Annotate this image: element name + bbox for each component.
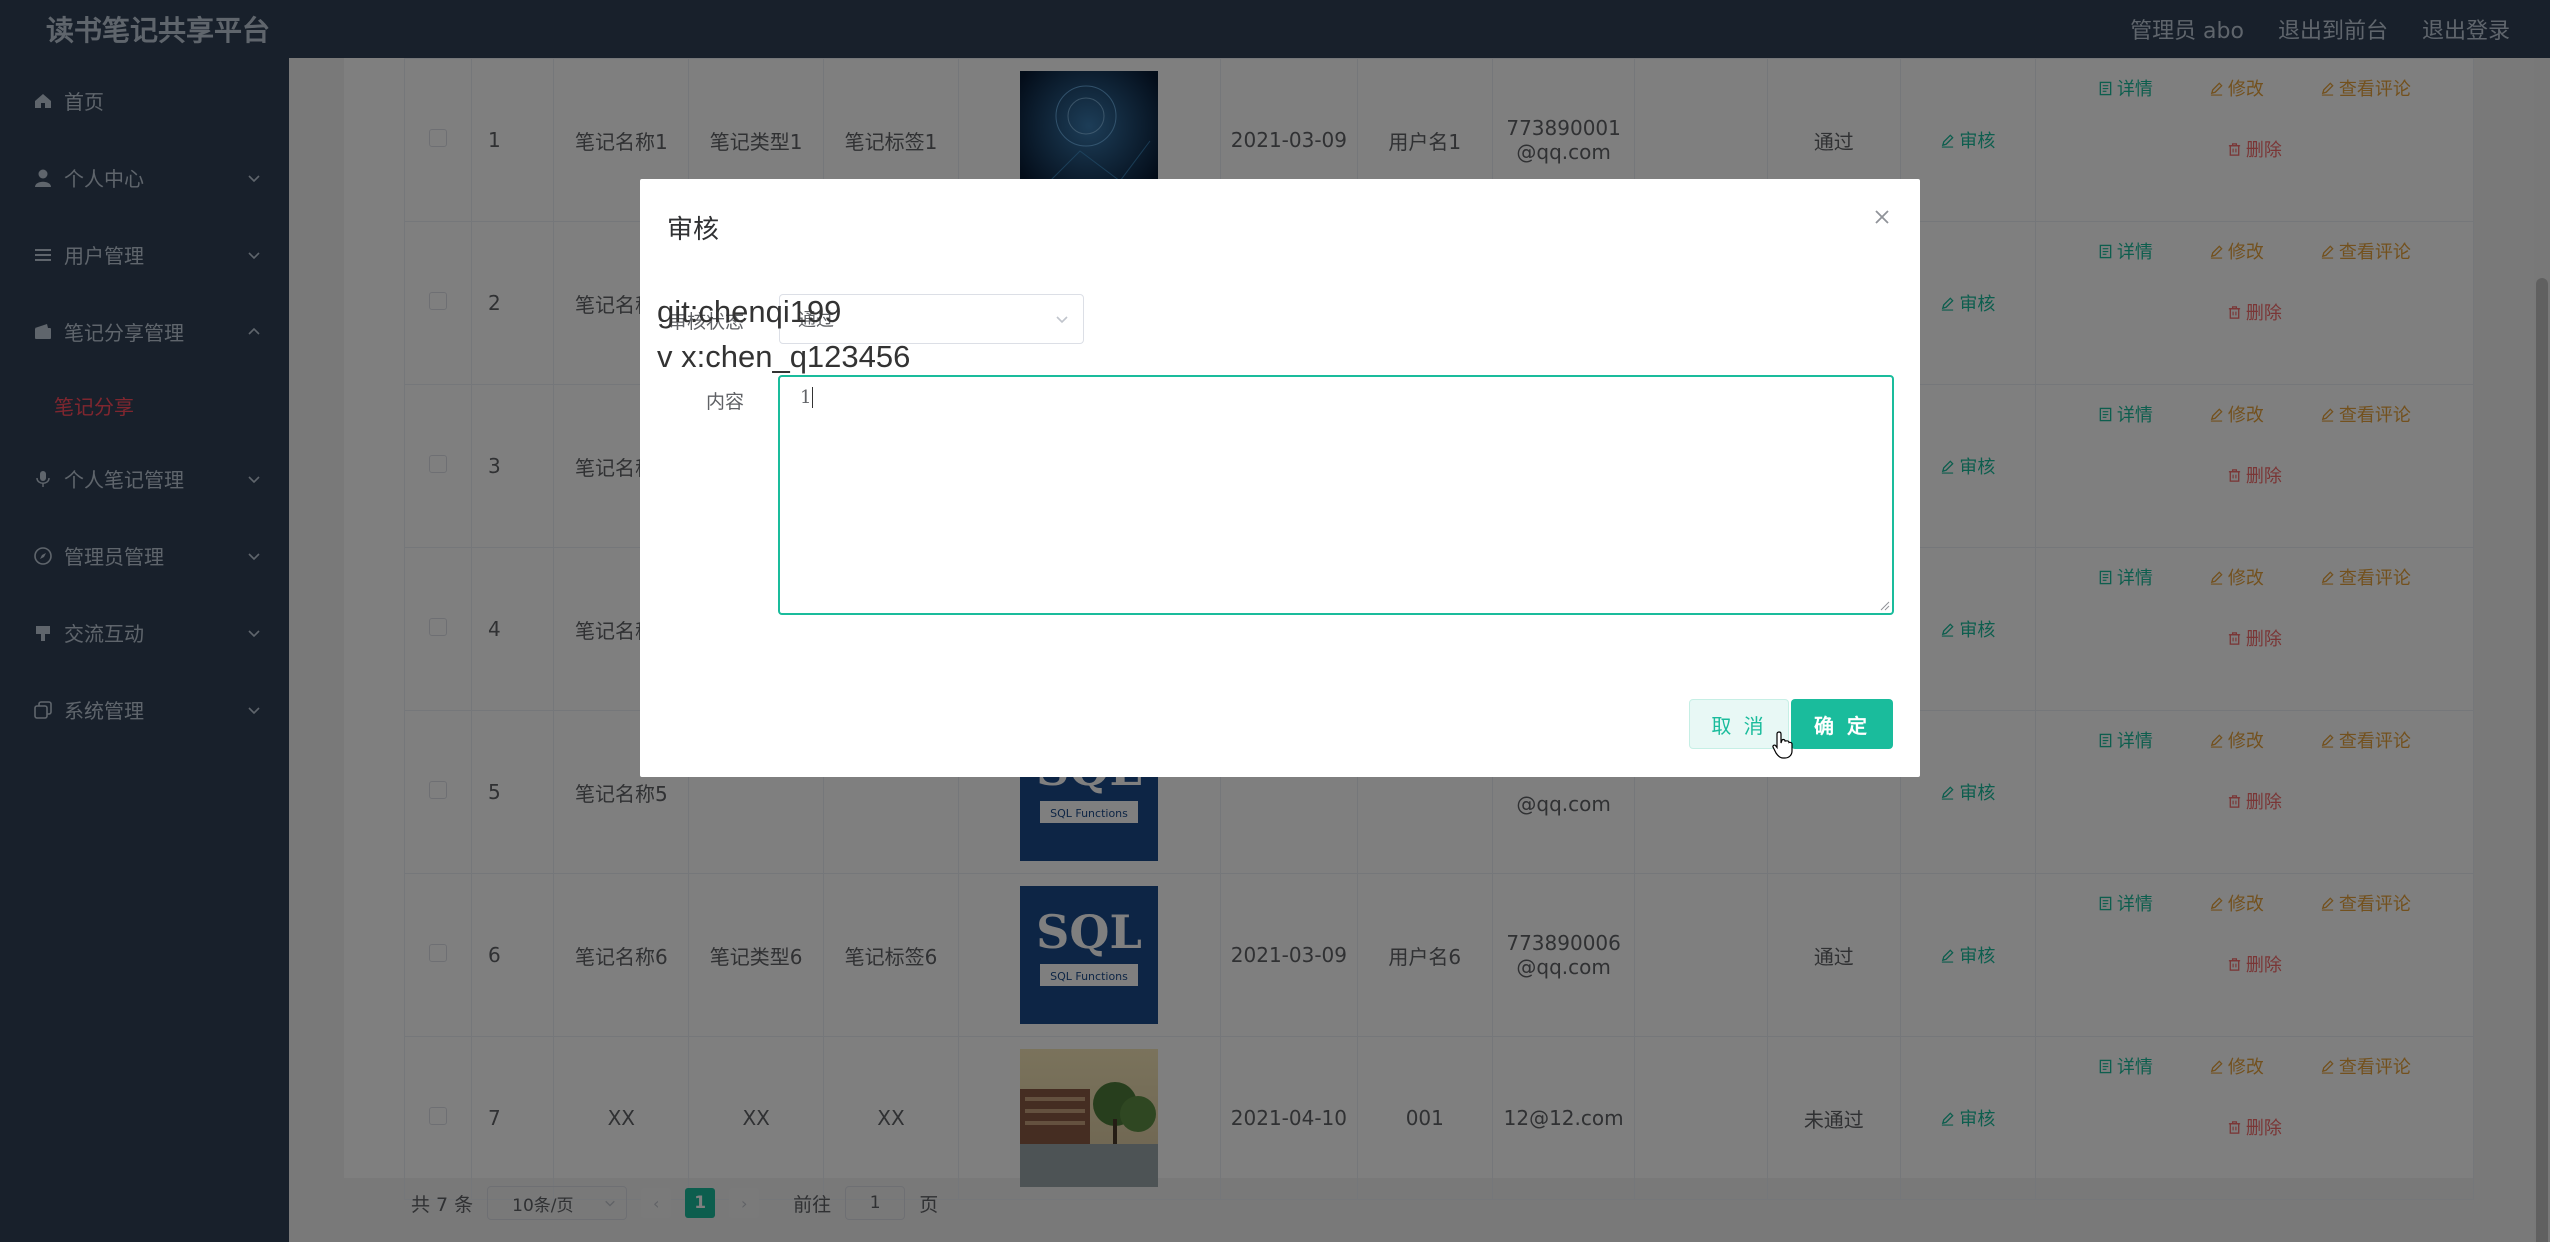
dialog-title: 审核 — [667, 215, 720, 245]
pointer-cursor-icon — [1772, 731, 1793, 759]
audit-dialog: 审核 审核状态 通过 git:chenqi199 v x:chen_q12345… — [640, 179, 1920, 777]
watermark-text: git:chenqi199 v x:chen_q123456 — [657, 294, 911, 374]
chevron-down-icon — [1056, 316, 1068, 324]
content-row: 内容 — [640, 387, 760, 414]
content-textarea[interactable]: 1 — [778, 375, 1894, 615]
resize-handle-icon[interactable] — [1878, 599, 1890, 611]
close-icon[interactable] — [1872, 207, 1892, 227]
content-label: 内容 — [705, 391, 744, 413]
confirm-button[interactable]: 确 定 — [1791, 699, 1893, 749]
